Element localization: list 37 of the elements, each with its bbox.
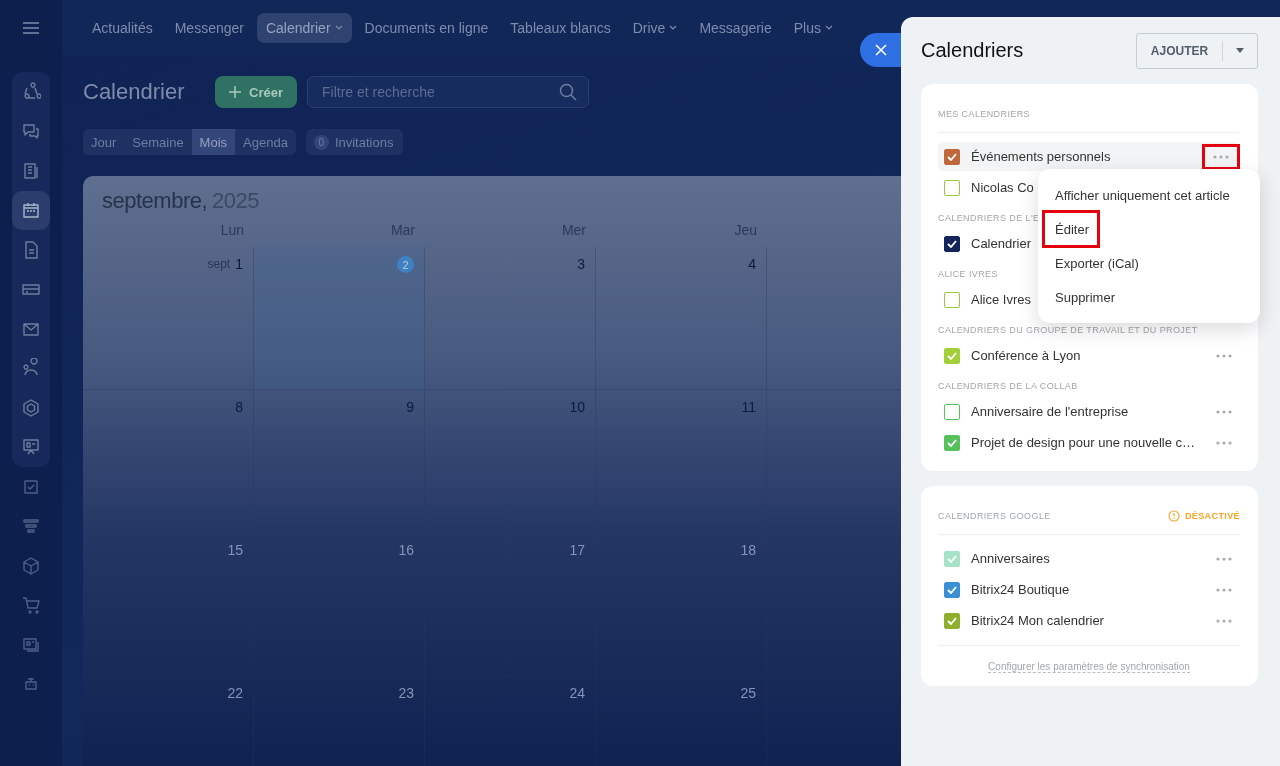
day-number: 1 [235, 256, 243, 272]
calendar-name: Anniversaires [971, 551, 1050, 566]
day-number: 11 [741, 399, 756, 415]
day-number: 10 [569, 399, 585, 415]
day-number: 23 [398, 685, 414, 701]
day-number: 3 [577, 256, 585, 272]
calendar-name: Nicolas Co [971, 180, 1034, 195]
day-number: 4 [748, 256, 756, 272]
calendar-name: Calendrier [971, 236, 1031, 251]
section-header: CALENDRIERS GOOGLE [938, 511, 1051, 521]
section-header: ALICE IVRES [938, 268, 998, 279]
calendar-name: Bitrix24 Mon calendrier [971, 613, 1104, 628]
calendar-name: Anniversaire de l'entreprise [971, 404, 1129, 419]
status-label: DÉSACTIVÉ [1167, 510, 1240, 522]
section-header: CALENDRIERS DE LA COLLAB [938, 380, 1078, 391]
day-number: 9 [406, 399, 414, 415]
day-number: 24 [569, 685, 585, 701]
day-number: 16 [398, 542, 414, 558]
day-number: 8 [235, 399, 243, 415]
calendar-name: Conférence à Lyon [971, 348, 1081, 363]
day-number: 22 [227, 685, 243, 701]
month-label: septembre, [102, 188, 208, 214]
section-header: CALENDRIERS DE L'E [938, 212, 1040, 223]
page-title: Calendrier [83, 79, 186, 105]
day-number: 17 [569, 542, 585, 558]
section-header: MES CALENDRIERS [938, 109, 1031, 119]
calendar-name: Bitrix24 Boutique [971, 582, 1070, 597]
invitations-label: Invitations [334, 134, 394, 150]
panel-title: Calendriers [921, 39, 1024, 62]
calendar-name: Alice Ivres [971, 292, 1031, 307]
today-badge: 2 [397, 256, 414, 273]
day-number: 15 [227, 542, 243, 558]
calendar-name: Projet de design pour une nouvelle c… [971, 435, 1196, 450]
day-number: 18 [740, 542, 756, 558]
section-header: CALENDRIERS DU GROUPE DE TRAVAIL ET DU PROJET [938, 324, 1198, 335]
day-number: 25 [740, 685, 756, 701]
calendar-name: Événements personnels [971, 149, 1111, 164]
